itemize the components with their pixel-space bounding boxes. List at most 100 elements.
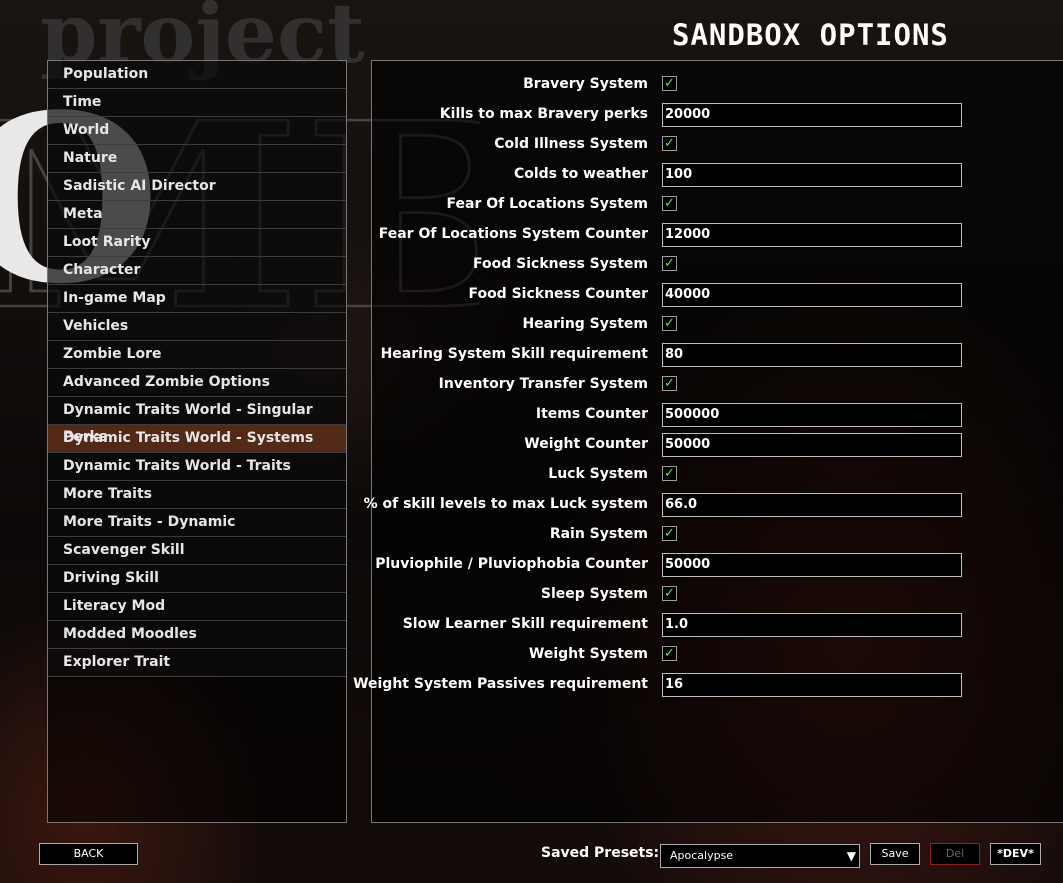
option-label: Luck System xyxy=(548,466,648,482)
option-text-input[interactable]: 66.0 xyxy=(662,493,962,517)
option-row: Items Counter 500000 xyxy=(372,401,1063,431)
option-label: Weight System xyxy=(528,646,648,662)
sidebar-item[interactable]: Loot Rarity xyxy=(48,229,346,257)
option-row: Inventory Transfer System ✓ xyxy=(372,371,1063,401)
sidebar-item[interactable]: Sadistic AI Director xyxy=(48,173,346,201)
option-text-input[interactable]: 1.0 xyxy=(662,613,962,637)
option-row: Food Sickness System ✓ xyxy=(372,251,1063,281)
sidebar-item[interactable]: Dynamic Traits World - Systems xyxy=(48,425,346,453)
option-text-input[interactable]: 80 xyxy=(662,343,962,367)
option-label: Fear Of Locations System xyxy=(446,196,648,212)
option-checkbox[interactable]: ✓ xyxy=(662,76,677,91)
option-label: Pluviophile / Pluviophobia Counter xyxy=(375,556,648,572)
option-text-input[interactable]: 50000 xyxy=(662,553,962,577)
option-label: Weight Counter xyxy=(524,436,648,452)
option-text-input[interactable]: 12000 xyxy=(662,223,962,247)
checkmark-icon: ✓ xyxy=(664,526,675,541)
option-row: Weight Counter 50000 xyxy=(372,431,1063,461)
option-row: Cold Illness System ✓ xyxy=(372,131,1063,161)
dev-button[interactable]: *DEV* xyxy=(990,843,1041,865)
option-text-input[interactable]: 500000 xyxy=(662,403,962,427)
category-list[interactable]: Population Time World Nature Sadistic AI Dir… xyxy=(47,60,347,823)
checkmark-icon: ✓ xyxy=(664,316,675,331)
option-row: Weight System Passives requirement 16 xyxy=(353,671,1063,701)
option-row: Luck System ✓ xyxy=(372,461,1063,491)
checkmark-icon: ✓ xyxy=(664,136,675,151)
checkmark-icon: ✓ xyxy=(664,196,675,211)
sidebar-item[interactable]: Population xyxy=(48,61,346,89)
sidebar-item[interactable]: Character xyxy=(48,257,346,285)
option-label: Items Counter xyxy=(535,406,648,422)
option-text-input[interactable]: 20000 xyxy=(662,103,962,127)
checkmark-icon: ✓ xyxy=(664,586,675,601)
option-row: Kills to max Bravery perks 20000 xyxy=(372,101,1063,131)
option-row: Colds to weather 100 xyxy=(372,161,1063,191)
option-label: Rain System xyxy=(549,526,648,542)
option-text-input[interactable]: 16 xyxy=(662,673,962,697)
option-checkbox[interactable]: ✓ xyxy=(662,466,677,481)
options-panel: Bravery System ✓ Kills to max Bravery perk… xyxy=(353,60,1063,823)
checkmark-icon: ✓ xyxy=(664,646,675,661)
option-checkbox[interactable]: ✓ xyxy=(662,256,677,271)
sidebar-item[interactable]: Literacy Mod xyxy=(48,593,346,621)
sidebar-item[interactable]: Modded Moodles xyxy=(48,621,346,649)
page-title: SANDBOX OPTIONS xyxy=(672,18,949,52)
option-checkbox[interactable]: ✓ xyxy=(662,136,677,151)
preset-dropdown-value: Apocalypse xyxy=(670,849,734,862)
option-row: Fear Of Locations System ✓ xyxy=(372,191,1063,221)
sidebar-item[interactable]: Meta xyxy=(48,201,346,229)
back-button[interactable]: BACK xyxy=(39,843,138,865)
checkmark-icon: ✓ xyxy=(664,256,675,271)
option-checkbox[interactable]: ✓ xyxy=(662,196,677,211)
option-label: Sleep System xyxy=(540,586,648,602)
sidebar-item[interactable]: In-game Map xyxy=(48,285,346,313)
option-row: % of skill levels to max Luck system 66.0 xyxy=(364,491,1063,521)
option-checkbox[interactable]: ✓ xyxy=(662,526,677,541)
sidebar-item[interactable]: Advanced Zombie Options xyxy=(48,369,346,397)
checkmark-icon: ✓ xyxy=(664,376,675,391)
sidebar-item[interactable]: Time xyxy=(48,89,346,117)
option-row: Pluviophile / Pluviophobia Counter 50000 xyxy=(372,551,1063,581)
option-row: Fear Of Locations System Counter 12000 xyxy=(372,221,1063,251)
sidebar-item[interactable]: More Traits xyxy=(48,481,346,509)
option-label: Hearing System xyxy=(522,316,648,332)
sidebar-item[interactable]: Explorer Trait xyxy=(48,649,346,677)
option-row: Bravery System ✓ xyxy=(372,71,1063,101)
sidebar-item[interactable]: Driving Skill xyxy=(48,565,346,593)
option-label: % of skill levels to max Luck system xyxy=(363,496,648,512)
option-text-input[interactable]: 100 xyxy=(662,163,962,187)
option-label: Slow Learner Skill requirement xyxy=(402,616,648,632)
option-label: Kills to max Bravery perks xyxy=(439,106,648,122)
option-checkbox[interactable]: ✓ xyxy=(662,586,677,601)
save-preset-button[interactable]: Save xyxy=(870,843,920,865)
delete-preset-button[interactable]: Del xyxy=(930,843,980,865)
sidebar-item[interactable]: World xyxy=(48,117,346,145)
option-label: Cold Illness System xyxy=(494,136,648,152)
sidebar-item[interactable]: Scavenger Skill xyxy=(48,537,346,565)
preset-dropdown[interactable]: Apocalypse ▼ xyxy=(660,844,860,868)
sidebar-item[interactable]: Zombie Lore xyxy=(48,341,346,369)
option-label: Food Sickness Counter xyxy=(468,286,648,302)
option-row: Weight System ✓ xyxy=(372,641,1063,671)
option-text-input[interactable]: 40000 xyxy=(662,283,962,307)
option-row: Hearing System ✓ xyxy=(372,311,1063,341)
option-text-input[interactable]: 50000 xyxy=(662,433,962,457)
dropdown-arrow-icon: ▼ xyxy=(846,849,856,863)
sidebar-item[interactable]: Nature xyxy=(48,145,346,173)
option-row: Food Sickness Counter 40000 xyxy=(372,281,1063,311)
checkmark-icon: ✓ xyxy=(664,466,675,481)
sidebar-item[interactable]: Vehicles xyxy=(48,313,346,341)
option-checkbox[interactable]: ✓ xyxy=(662,646,677,661)
option-checkbox[interactable]: ✓ xyxy=(662,376,677,391)
sidebar-item[interactable]: Dynamic Traits World - Singular Perks xyxy=(48,397,346,445)
option-label: Weight System Passives requirement xyxy=(353,676,648,692)
option-label: Inventory Transfer System xyxy=(438,376,648,392)
sidebar-item[interactable]: Dynamic Traits World - Traits xyxy=(48,453,346,481)
option-label: Food Sickness System xyxy=(473,256,648,272)
option-label: Fear Of Locations System Counter xyxy=(378,226,648,242)
option-label: Hearing System Skill requirement xyxy=(380,346,648,362)
option-row: Hearing System Skill requirement 80 xyxy=(372,341,1063,371)
sidebar-item[interactable]: More Traits - Dynamic xyxy=(48,509,346,537)
checkmark-icon: ✓ xyxy=(664,76,675,91)
option-checkbox[interactable]: ✓ xyxy=(662,316,677,331)
